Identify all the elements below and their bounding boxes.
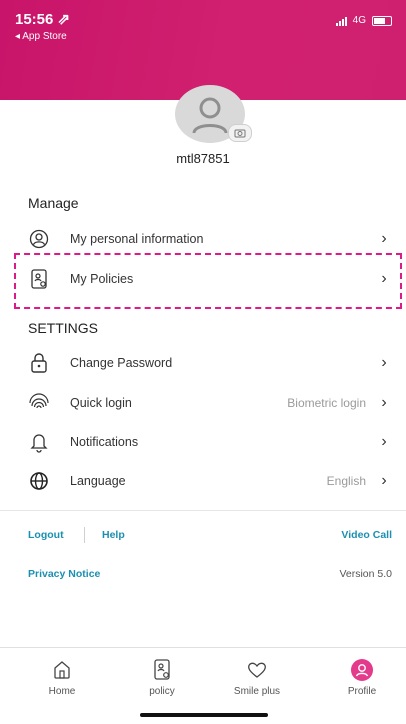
tab-smile-plus[interactable]: Smile plus [222, 648, 292, 697]
profile-icon [327, 658, 397, 682]
language-value: English [326, 474, 366, 488]
row-label: Notifications [70, 435, 139, 449]
my-personal-information-row[interactable]: My personal information › [28, 224, 390, 254]
status-indicators: 4G [335, 15, 392, 26]
network-type: 4G [352, 15, 366, 26]
highlight-dashed-box [14, 253, 402, 309]
bell-icon [28, 431, 50, 453]
signal-icon [335, 16, 347, 26]
change-password-row[interactable]: Change Password › [28, 348, 390, 378]
row-label: Language [70, 474, 126, 488]
camera-icon[interactable] [228, 124, 252, 142]
language-row[interactable]: Language English › [28, 466, 390, 496]
chevron-right-icon: › [381, 394, 387, 411]
video-call-link[interactable]: Video Call [341, 529, 392, 541]
profile-screen: 15:56 ⇗ ◂ App Store 4G mtl87851 Manage M… [0, 0, 406, 724]
tab-label: Smile plus [233, 686, 281, 697]
policy-icon [127, 658, 197, 682]
quick-login-row[interactable]: Quick login Biometric login › [28, 388, 390, 418]
chevron-right-icon: › [381, 354, 387, 371]
notifications-row[interactable]: Notifications › [28, 427, 390, 457]
tab-policy[interactable]: policy [127, 648, 197, 697]
row-label: Quick login [70, 396, 132, 410]
manage-section-title: Manage [28, 195, 79, 211]
privacy-notice-link[interactable]: Privacy Notice [28, 568, 100, 580]
battery-icon [372, 15, 392, 26]
globe-icon [28, 470, 50, 492]
section-divider [0, 510, 406, 511]
link-separator [84, 527, 85, 543]
tab-home[interactable]: Home [27, 648, 97, 697]
settings-section-title: SETTINGS [28, 320, 99, 336]
row-label: Change Password [70, 356, 173, 370]
chevron-right-icon: › [381, 230, 387, 247]
logout-link[interactable]: Logout [28, 529, 64, 541]
tab-profile[interactable]: Profile [327, 648, 397, 697]
app-version: Version 5.0 [339, 568, 392, 580]
status-time: 15:56 ⇗ [15, 11, 71, 28]
chevron-right-icon: › [381, 472, 387, 489]
chevron-right-icon: › [381, 433, 387, 450]
heart-icon [222, 658, 292, 682]
home-icon [27, 658, 97, 682]
home-indicator [140, 713, 268, 717]
lock-icon [28, 352, 50, 374]
fingerprint-icon [28, 392, 50, 414]
tab-label: Profile [347, 686, 377, 697]
tab-label: Home [48, 686, 76, 697]
tab-label: policy [149, 686, 175, 697]
back-to-app-store[interactable]: ◂ App Store [15, 31, 67, 42]
row-label: My personal information [70, 232, 204, 246]
username: mtl87851 [176, 151, 230, 166]
help-link[interactable]: Help [102, 529, 125, 541]
user-circle-icon [28, 228, 50, 250]
quick-login-value: Biometric login [287, 396, 366, 410]
